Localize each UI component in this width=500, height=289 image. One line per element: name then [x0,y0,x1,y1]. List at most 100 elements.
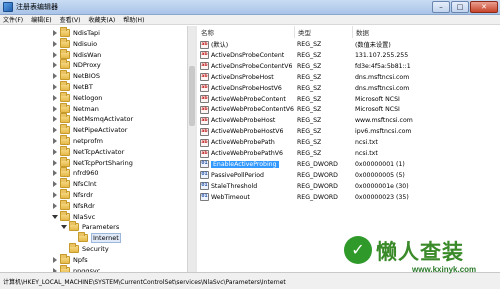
collapse-arrow-icon[interactable] [52,40,58,47]
collapse-arrow-icon[interactable] [52,181,58,188]
string-value-icon: ab [200,62,209,71]
folder-icon [60,102,70,113]
value-row[interactable]: ab ActiveDnsProbeContentV6 REG_SZ fd3e:4f5a… [197,61,497,72]
collapse-arrow-icon[interactable] [52,84,58,90]
column-header-data[interactable]: 数据 [353,26,500,38]
collapse-arrow-icon[interactable] [52,148,58,155]
title-bar: 注册表编辑器 – □ ✕ [0,0,500,15]
collapse-arrow-icon[interactable] [52,105,58,112]
value-name: ActiveWebProbeHostV6 [211,128,284,136]
value-row[interactable]: ab ActiveWebProbePathV6 REG_SZ ncsi.txt [197,148,497,159]
menu-view[interactable]: 查看(V) [60,15,81,24]
collapse-arrow-icon[interactable] [52,30,58,36]
value-row[interactable]: ab ActiveWebProbeHost REG_SZ www.msftncsi.c… [197,115,497,126]
value-row[interactable]: 01 StaleThreshold REG_DWORD 0x0000001e (30) [197,181,497,192]
value-type: REG_SZ [297,73,322,81]
value-row[interactable]: 01 PassivePollPeriod REG_DWORD 0x00000005 (… [197,170,497,181]
value-data: Microsoft NCSI [355,106,400,114]
value-name: ActiveDnsProbeContentV6 [211,62,293,70]
folder-icon [60,253,70,264]
collapse-arrow-icon[interactable] [52,51,58,58]
value-data: dns.msftncsi.com [355,73,410,81]
tree-item-label: Security [82,245,109,253]
close-button[interactable]: ✕ [470,1,498,13]
tree-item[interactable]: npggsvc [52,264,100,272]
collapse-arrow-icon[interactable] [52,159,58,166]
collapse-arrow-icon[interactable] [52,94,58,101]
value-type: REG_SZ [297,139,322,147]
values-list[interactable]: 名称 类型 数据 ab (默认) REG_SZ (数值未设置) ab ActiveDnsP… [197,26,500,272]
value-row[interactable]: ab ActiveDnsProbeContent REG_SZ 131.107.255… [197,50,497,61]
string-value-icon: ab [200,127,209,136]
value-type: REG_SZ [297,95,322,103]
value-name: ActiveDnsProbeHost [211,73,274,81]
collapse-arrow-icon[interactable] [52,256,58,263]
menu-bar: 文件(F) 编辑(E) 查看(V) 收藏夹(A) 帮助(H) [0,15,500,25]
string-value-icon: ab [200,95,209,103]
tree-item-label: Internet [91,233,121,244]
value-data: 0x00000001 (1) [355,160,405,168]
maximize-button[interactable]: □ [451,1,469,13]
string-value-icon: ab [200,116,209,125]
value-row[interactable]: ab ActiveWebProbeContent REG_SZ Microsoft N… [197,94,497,105]
collapse-arrow-icon[interactable] [52,170,58,177]
collapse-arrow-icon[interactable] [52,127,58,134]
tree-item-label: NdisWan [73,50,102,59]
value-row[interactable]: ab ActiveDnsProbeHostV6 REG_SZ dns.msftncsi… [197,83,497,94]
menu-edit[interactable]: 编辑(E) [31,15,51,24]
folder-icon [60,178,70,189]
value-name: ActiveWebProbePathV6 [211,150,283,157]
string-value-icon: ab [200,138,209,147]
value-type: REG_DWORD [297,193,338,201]
tree-item-label: NlaSvc [73,212,96,221]
window-controls: – □ ✕ [432,1,498,13]
collapse-arrow-icon[interactable] [52,192,58,198]
tree-item-label: NetPipeActivator [73,126,128,135]
collapse-arrow-icon[interactable] [52,138,58,144]
value-name: ActiveDnsProbeContent [211,51,285,59]
expand-arrow-icon[interactable] [61,224,67,230]
folder-icon [60,156,70,167]
folder-icon [78,232,88,243]
value-name: WebTimeout [211,193,250,201]
tree-scrollbar[interactable] [187,26,195,272]
value-row[interactable]: ab ActiveWebProbePath REG_SZ ncsi.txt [197,137,497,148]
value-row[interactable]: ab ActiveDnsProbeHost REG_SZ dns.msftncsi.c… [197,72,497,83]
expand-arrow-icon[interactable] [52,214,58,220]
value-row[interactable]: ab (默认) REG_SZ (数值未设置) [197,39,497,50]
string-value-icon: ab [200,149,209,158]
value-type: REG_DWORD [297,182,338,190]
folder-icon [60,167,70,178]
tree-item-label: NfsRdr [73,201,95,210]
value-name: (默认) [211,42,229,49]
value-row[interactable]: ab ActiveWebProbeHostV6 REG_SZ ipv6.msftncs… [197,126,497,137]
folder-icon [60,210,70,221]
minimize-button[interactable]: – [432,1,450,13]
dword-value-icon: 01 [200,193,209,202]
folder-icon [60,124,70,135]
collapse-arrow-icon[interactable] [52,116,58,123]
column-header-type[interactable]: 类型 [295,26,353,38]
status-bar: 计算机\HKEY_LOCAL_MACHINE\SYSTEM\CurrentCon… [0,272,500,289]
menu-favorites[interactable]: 收藏夹(A) [88,15,115,24]
collapse-arrow-icon[interactable] [52,73,58,80]
collapse-arrow-icon[interactable] [52,62,58,69]
collapse-arrow-icon[interactable] [52,202,58,209]
menu-file[interactable]: 文件(F) [3,15,23,24]
value-name: ActiveWebProbeContentV6 [211,106,294,114]
value-name: ActiveWebProbePath [211,139,275,147]
column-header-name[interactable]: 名称 [197,26,295,38]
value-type: REG_SZ [297,150,322,157]
value-row[interactable]: 01 EnableActiveProbing REG_DWORD 0x00000001… [197,159,497,170]
string-value-icon: ab [200,40,209,49]
folder-icon [69,221,79,232]
menu-help[interactable]: 帮助(H) [123,15,144,24]
folder-icon [60,37,70,48]
string-value-icon: ab [200,51,209,60]
folder-icon [60,113,70,124]
value-row[interactable]: 01 WebTimeout REG_DWORD 0x00000023 (35) [197,192,497,203]
value-row[interactable]: ab ActiveWebProbeContentV6 REG_SZ Microsoft… [197,104,497,115]
folder-icon [60,135,70,145]
key-tree[interactable]: NdisTapi Ndisuio NdisWan NDProxy NetBIOS NetB… [0,26,195,272]
